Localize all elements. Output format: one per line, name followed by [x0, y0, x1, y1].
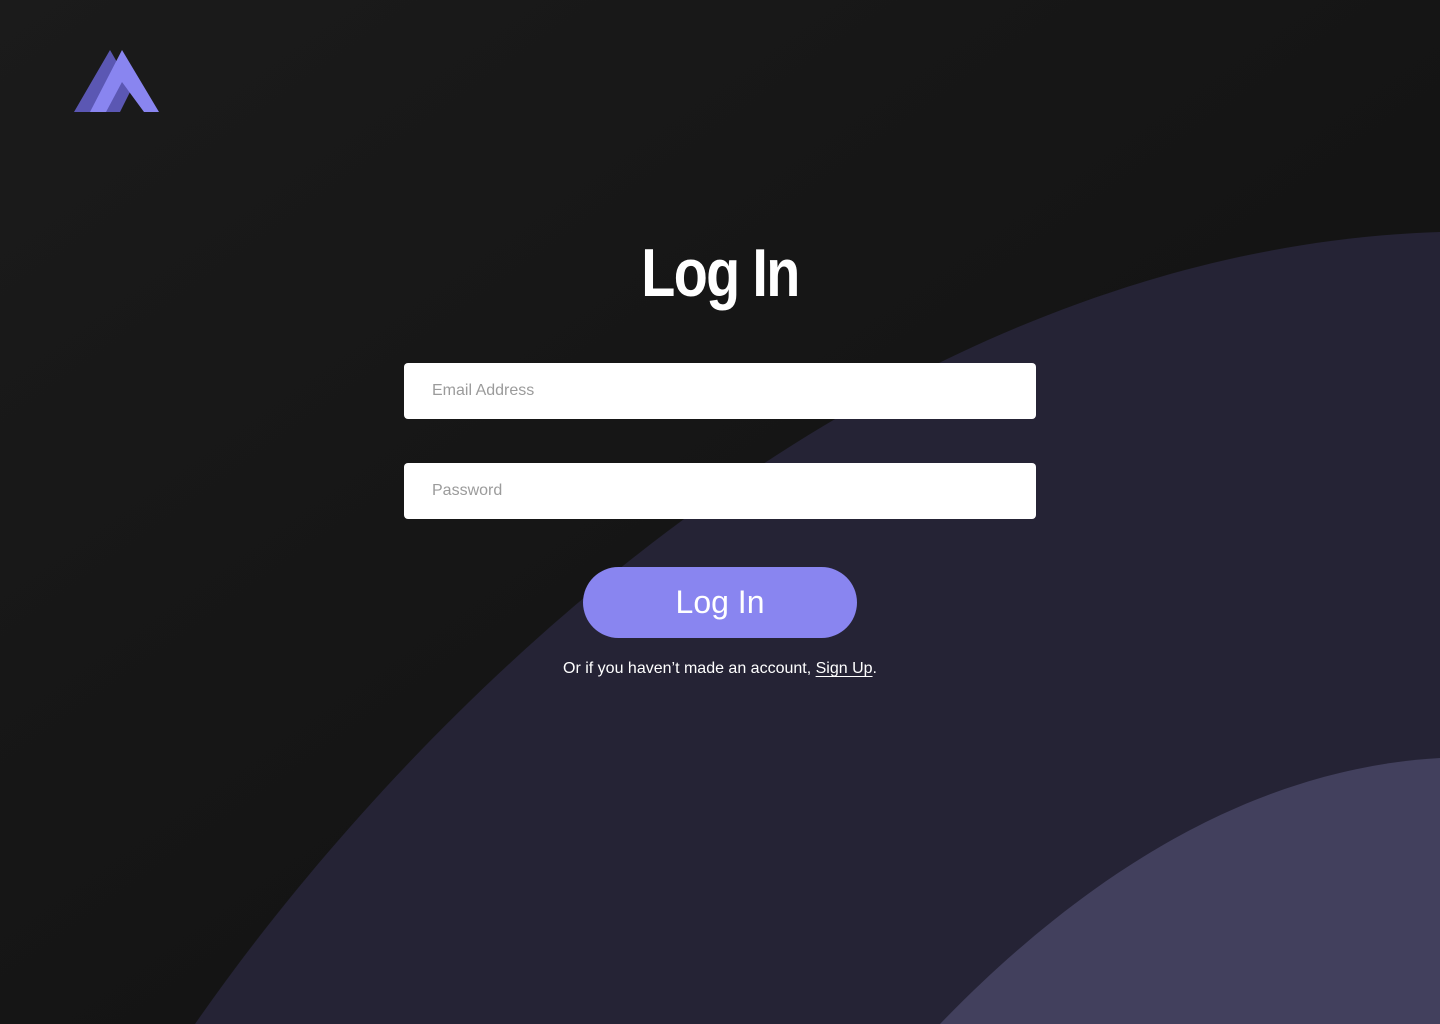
signup-prefix-text: Or if you haven’t made an account, [563, 660, 816, 677]
page-title: Log In [641, 235, 800, 311]
login-form-container: Log In Log In Or if you haven’t made an … [0, 0, 1440, 1024]
signup-suffix-text: . [872, 660, 877, 677]
sign-up-link[interactable]: Sign Up [816, 660, 873, 677]
password-field[interactable] [404, 463, 1036, 519]
brand-logo[interactable] [74, 48, 160, 114]
mountain-logo-icon [74, 50, 159, 112]
login-button[interactable]: Log In [583, 567, 857, 638]
email-field[interactable] [404, 363, 1036, 419]
signup-prompt: Or if you haven’t made an account, Sign … [0, 657, 1440, 681]
